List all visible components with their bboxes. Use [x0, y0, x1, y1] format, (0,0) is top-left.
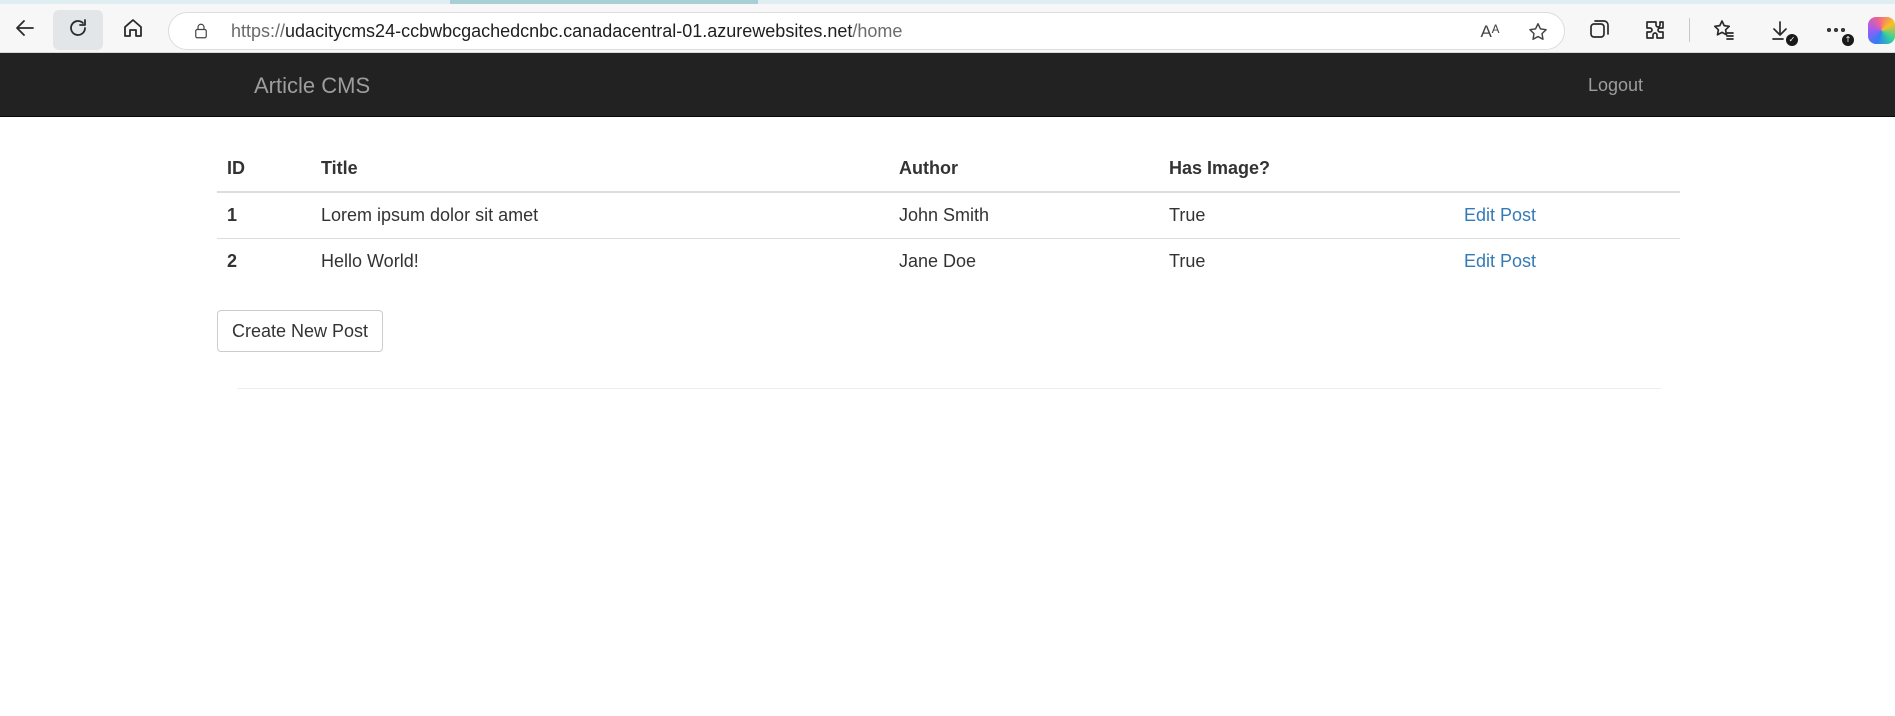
downloads-icon[interactable]: ✓ — [1766, 16, 1798, 46]
more-icon[interactable]: ↑ — [1822, 16, 1854, 46]
header-id: ID — [217, 140, 311, 193]
edit-post-link[interactable]: Edit Post — [1464, 205, 1536, 225]
cell-author: Jane Doe — [899, 250, 977, 271]
lock-icon[interactable] — [191, 21, 211, 41]
collections-icon[interactable] — [1585, 16, 1613, 44]
cell-has-image: True — [1159, 192, 1454, 239]
cell-has-image: True — [1169, 250, 1206, 271]
cell-id: 2 — [227, 250, 238, 271]
table-row: 2 Hello World! Jane Doe True Edit Post — [217, 238, 1680, 284]
refresh-button[interactable] — [53, 10, 103, 50]
header-actions — [1454, 140, 1680, 193]
edit-post-link[interactable]: Edit Post — [1464, 251, 1536, 271]
header-has-image: Has Image? — [1159, 140, 1454, 193]
extensions-icon[interactable] — [1641, 16, 1669, 44]
table-header-row: ID Title Author Has Image? — [217, 140, 1680, 193]
footer-divider — [237, 388, 1661, 389]
cell-action: Edit Post — [1454, 238, 1680, 284]
cell-author: John Smith — [889, 192, 1159, 239]
table-row: 1 Lorem ipsum dolor sit amet John Smith … — [217, 192, 1680, 239]
cell-title: Lorem ipsum dolor sit amet — [311, 192, 889, 239]
back-button[interactable] — [0, 10, 50, 50]
toolbar-divider — [1689, 18, 1690, 42]
read-aloud-icon[interactable]: Aᴬ — [1478, 20, 1502, 44]
url-path: /home — [852, 20, 903, 41]
posts-table: ID Title Author Has Image? 1 Lorem ipsum… — [217, 140, 1680, 284]
app-navbar: Article CMS Logout — [0, 53, 1895, 117]
cell-title: Hello World! — [321, 250, 419, 271]
browser-toolbar: https://udacitycms24-ccbwbcgachedcnbc.ca… — [0, 0, 1895, 53]
read-aloud-label: Aᴬ — [1480, 22, 1500, 41]
home-icon — [121, 16, 145, 45]
url-scheme: https:// — [231, 20, 286, 41]
cell-action: Edit Post — [1454, 192, 1680, 239]
create-new-post-button[interactable]: Create New Post — [217, 310, 384, 352]
url-text[interactable]: https://udacitycms24-ccbwbcgachedcnbc.ca… — [231, 21, 902, 42]
posts-content: ID Title Author Has Image? 1 Lorem ipsum… — [217, 140, 1680, 284]
refresh-icon — [66, 16, 90, 45]
url-host: udacitycms24-ccbwbcgachedcnbc.canadacent… — [285, 20, 853, 41]
back-icon — [13, 16, 37, 45]
cell-id: 1 — [217, 192, 311, 239]
brand-link[interactable]: Article CMS — [254, 73, 370, 99]
copilot-icon[interactable] — [1868, 17, 1895, 44]
header-author: Author — [889, 140, 1159, 193]
favorites-icon[interactable] — [1710, 16, 1738, 44]
update-badge: ↑ — [1842, 34, 1854, 46]
tab-strip — [0, 0, 450, 4]
home-button[interactable] — [108, 10, 158, 50]
header-title: Title — [311, 140, 889, 193]
logout-link[interactable]: Logout — [1588, 75, 1643, 96]
address-bar[interactable]: https://udacitycms24-ccbwbcgachedcnbc.ca… — [168, 12, 1565, 50]
favorite-star-icon[interactable] — [1526, 20, 1550, 44]
downloads-badge: ✓ — [1786, 34, 1798, 46]
tab-strip — [758, 0, 1895, 4]
